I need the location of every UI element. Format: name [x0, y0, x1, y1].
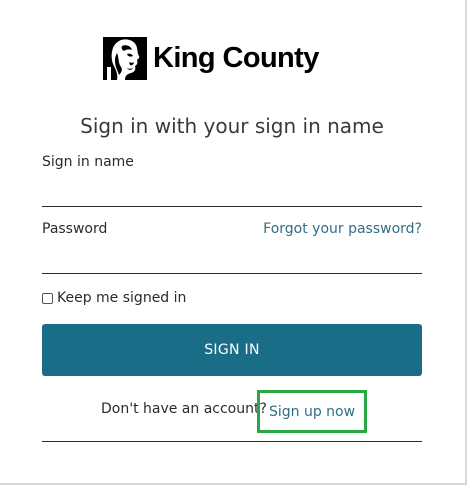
- no-account-text: Don't have an account?: [101, 401, 267, 417]
- divider: [42, 441, 422, 442]
- keep-signed-in-label[interactable]: Keep me signed in: [57, 289, 186, 307]
- signin-name-input[interactable]: [42, 180, 422, 207]
- no-account-row: Don't have an account?: [101, 400, 267, 418]
- keep-signed-in[interactable]: Keep me signed in: [42, 289, 186, 307]
- logo-text: King County: [153, 42, 319, 74]
- sign-up-link[interactable]: Sign up now: [257, 390, 367, 433]
- king-county-logo-icon: [103, 37, 147, 80]
- forgot-password-link[interactable]: Forgot your password?: [263, 220, 422, 238]
- password-label: Password: [42, 221, 108, 237]
- king-county-logo: King County: [103, 37, 319, 80]
- sign-in-button[interactable]: SIGN IN: [42, 324, 422, 376]
- signin-name-label: Sign in name: [42, 154, 134, 170]
- keep-signed-in-checkbox[interactable]: [42, 292, 53, 304]
- password-input[interactable]: [42, 247, 422, 274]
- page-title: Sign in with your sign in name: [80, 114, 384, 138]
